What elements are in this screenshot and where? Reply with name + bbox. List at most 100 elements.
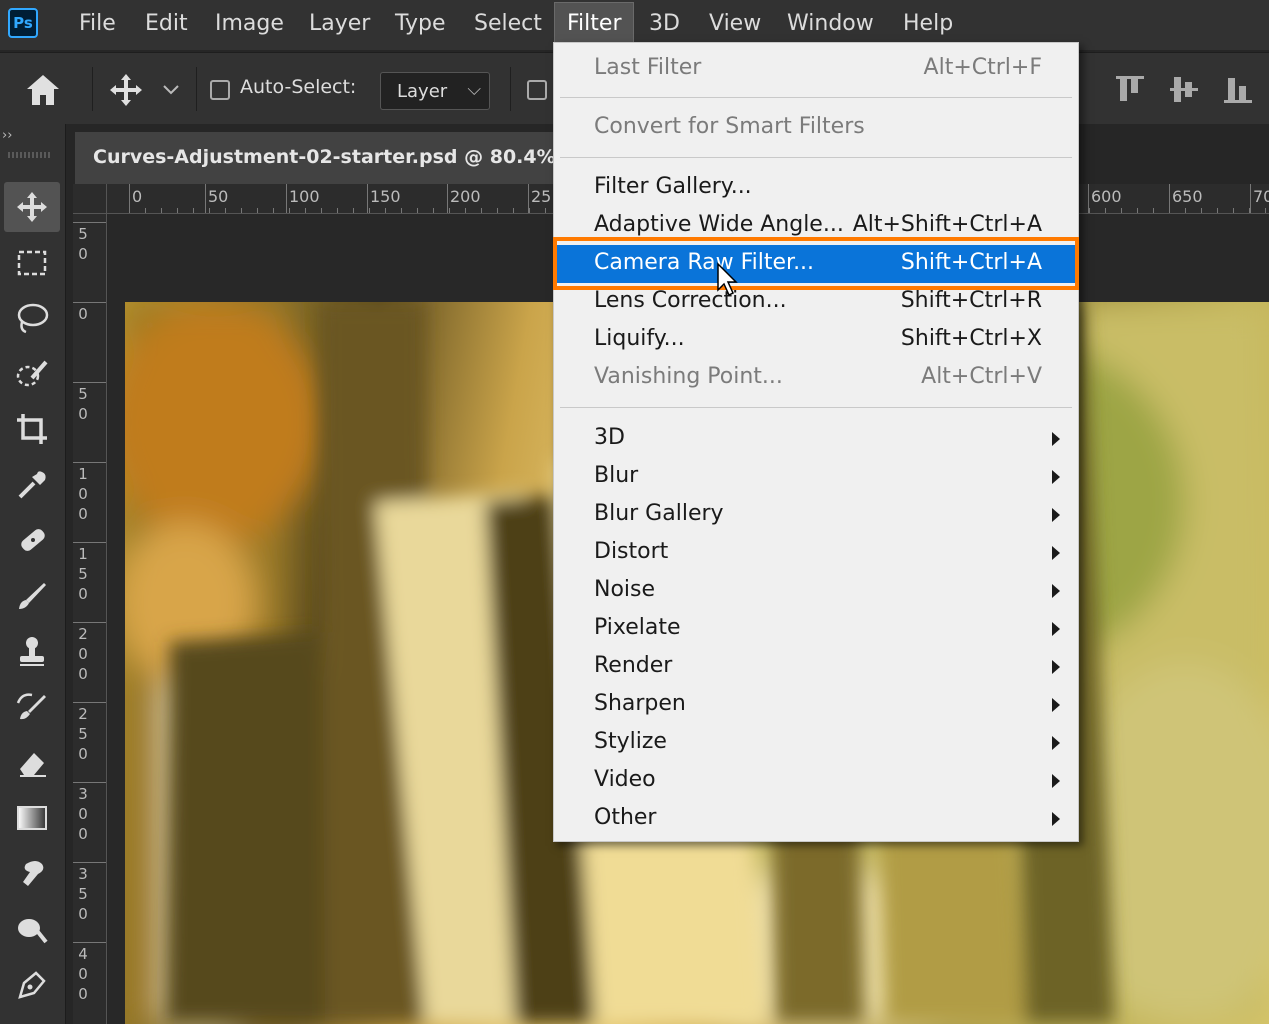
ruler-label: 100: [289, 187, 320, 206]
move-icon[interactable]: [108, 72, 144, 108]
panel-grip[interactable]: [8, 152, 50, 158]
align-top-icon[interactable]: [1116, 76, 1144, 101]
eyedropper-tool-icon[interactable]: [4, 460, 60, 510]
eraser-tool-icon[interactable]: [4, 738, 60, 788]
ruler-minor-tick: [433, 208, 434, 213]
ruler-tick: [1250, 184, 1251, 213]
menu-item-label: Blur Gallery: [594, 501, 724, 526]
document-tab-title: Curves-Adjustment-02-starter.psd @ 80.4%…: [93, 146, 571, 168]
submenu-stylize[interactable]: Stylize: [554, 724, 1078, 762]
menu-item-filter-gallery[interactable]: Filter Gallery...: [554, 169, 1078, 207]
annotation-highlight-box: [553, 237, 1079, 290]
ruler-minor-tick: [241, 208, 242, 213]
crop-tool-icon[interactable]: [4, 404, 60, 454]
healing-brush-icon[interactable]: [4, 515, 60, 565]
ruler-minor-tick: [1265, 208, 1266, 213]
menu-file[interactable]: File: [67, 0, 128, 48]
submenu-sharpen[interactable]: Sharpen: [554, 686, 1078, 724]
submenu-distort[interactable]: Distort: [554, 534, 1078, 572]
brush-tool-icon[interactable]: [4, 571, 60, 621]
chevron-down-icon: ⌵: [467, 79, 481, 100]
ruler-minor-tick: [305, 208, 306, 213]
auto-select-label: Auto-Select:: [240, 76, 357, 98]
menu-layer[interactable]: Layer: [297, 0, 382, 48]
menu-select[interactable]: Select: [462, 0, 554, 48]
ruler-tick: [73, 622, 106, 623]
ruler-label: 600: [1091, 187, 1122, 206]
ruler-minor-tick: [1233, 208, 1234, 213]
ruler-label: 50: [208, 187, 229, 206]
ruler-minor-tick: [209, 208, 210, 213]
menu-item-liquify[interactable]: Liquify... Shift+Ctrl+X: [554, 321, 1078, 359]
align-bottom-icon[interactable]: [1224, 78, 1252, 103]
menu-item-label: Stylize: [594, 729, 667, 754]
dropdown-value: Layer: [397, 81, 448, 102]
quick-select-tool-icon[interactable]: [4, 349, 60, 399]
ruler-label: 0: [132, 187, 143, 206]
submenu-arrow-icon: [1052, 584, 1060, 598]
submenu-other[interactable]: Other: [554, 800, 1078, 838]
menu-type[interactable]: Type: [383, 0, 458, 48]
submenu-arrow-icon: [1052, 546, 1060, 560]
menu-item-shortcut: Alt+Ctrl+V: [921, 364, 1042, 389]
clone-stamp-icon[interactable]: [4, 627, 60, 677]
submenu-3d[interactable]: 3D: [554, 420, 1078, 458]
submenu-noise[interactable]: Noise: [554, 572, 1078, 610]
ruler-tick: [367, 184, 368, 213]
ruler-minor-tick: [289, 208, 290, 213]
submenu-arrow-icon: [1052, 812, 1060, 826]
ruler-tick: [205, 184, 206, 213]
menu-item-label: Render: [594, 653, 673, 678]
ruler-label: 100: [78, 465, 88, 523]
submenu-pixelate[interactable]: Pixelate: [554, 610, 1078, 648]
gradient-tool-icon[interactable]: [4, 793, 60, 843]
submenu-arrow-icon: [1052, 698, 1060, 712]
ruler-minor-tick: [1137, 208, 1138, 213]
ruler-corner: [73, 184, 107, 214]
auto-select-checkbox[interactable]: [210, 80, 230, 100]
collapse-panel-icon[interactable]: ››: [2, 128, 12, 143]
submenu-video[interactable]: Video: [554, 762, 1078, 800]
ruler-minor-tick: [1217, 208, 1218, 213]
menu-window[interactable]: Window: [775, 0, 886, 48]
marquee-tool-icon[interactable]: [4, 238, 60, 288]
menu-image[interactable]: Image: [203, 0, 296, 48]
ruler-tick: [286, 184, 287, 213]
ruler-tick: [73, 302, 106, 303]
menu-help[interactable]: Help: [891, 0, 965, 48]
align-vcenter-icon[interactable]: [1170, 77, 1198, 102]
submenu-render[interactable]: Render: [554, 648, 1078, 686]
ruler-minor-tick: [529, 208, 530, 213]
ruler-minor-tick: [161, 208, 162, 213]
document-tab[interactable]: Curves-Adjustment-02-starter.psd @ 80.4%…: [75, 132, 571, 184]
submenu-blur-gallery[interactable]: Blur Gallery: [554, 496, 1078, 534]
smudge-tool-icon[interactable]: [4, 849, 60, 899]
lasso-tool-icon[interactable]: [4, 293, 60, 343]
photoshop-logo[interactable]: Ps: [8, 8, 38, 38]
menu-view[interactable]: View: [697, 0, 773, 48]
vertical-ruler[interactable]: 50 0 50 100 150 200 250 300 350 400: [73, 214, 107, 1024]
move-tool-icon[interactable]: [4, 182, 60, 232]
submenu-arrow-icon: [1052, 470, 1060, 484]
home-icon[interactable]: [24, 72, 62, 108]
menu-item-shortcut: Alt+Shift+Ctrl+A: [852, 212, 1042, 237]
menu-item-label: Lens Correction...: [594, 288, 787, 313]
menu-edit[interactable]: Edit: [133, 0, 200, 48]
submenu-blur[interactable]: Blur: [554, 458, 1078, 496]
show-transform-checkbox[interactable]: [527, 80, 547, 100]
menu-item-shortcut: Alt+Ctrl+F: [923, 55, 1042, 80]
ruler-minor-tick: [273, 208, 274, 213]
auto-select-target-dropdown[interactable]: Layer ⌵: [380, 72, 490, 110]
history-brush-icon[interactable]: [4, 682, 60, 732]
chevron-down-icon[interactable]: [162, 84, 180, 96]
dodge-tool-icon[interactable]: [4, 905, 60, 955]
ruler-minor-tick: [449, 208, 450, 213]
ruler-minor-tick: [481, 208, 482, 213]
pen-tool-icon[interactable]: [4, 960, 60, 1010]
ruler-minor-tick: [497, 208, 498, 213]
ruler-minor-tick: [1105, 208, 1106, 213]
menu-3d[interactable]: 3D: [637, 0, 692, 48]
ruler-minor-tick: [129, 208, 130, 213]
ruler-tick: [73, 462, 106, 463]
menu-filter[interactable]: Filter: [554, 2, 635, 46]
